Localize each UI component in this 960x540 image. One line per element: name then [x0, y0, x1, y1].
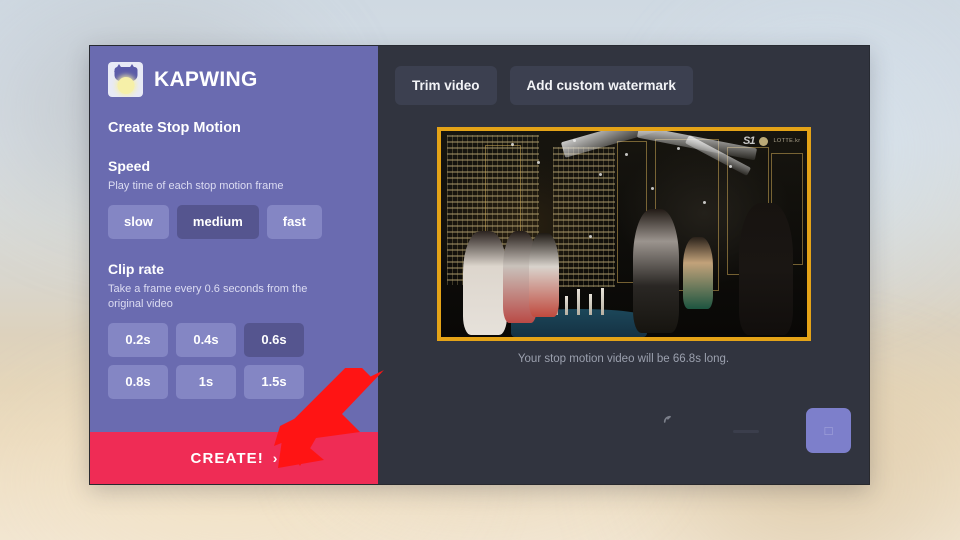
- chevron-right-icon: ›: [272, 450, 278, 466]
- speed-option-fast[interactable]: fast: [266, 205, 322, 239]
- broadcast-watermark: S1 LOTTE.kr: [743, 135, 801, 147]
- create-button-label: CREATE!: [190, 449, 264, 467]
- placeholder-bar: [733, 430, 759, 433]
- watermark-logo: S1: [742, 135, 756, 147]
- kapwing-cat-logo-icon: [108, 62, 143, 97]
- bottom-area: □: [378, 408, 869, 472]
- corner-button-glyph: □: [824, 423, 833, 438]
- watermark-badge-icon: [759, 136, 769, 146]
- video-frame-image: [440, 131, 807, 337]
- video-preview[interactable]: S1 LOTTE.kr: [436, 127, 811, 341]
- clip-rate-option-1-5s[interactable]: 1.5s: [244, 365, 304, 399]
- clip-rate-option-0-2s[interactable]: 0.2s: [108, 323, 168, 357]
- clip-rate-label: Clip rate: [108, 261, 165, 277]
- speed-option-group: slow medium fast: [108, 205, 360, 239]
- clip-rate-help-text: Take a frame every 0.6 seconds from the …: [108, 283, 308, 310]
- toolbar: Trim video Add custom watermark: [378, 66, 869, 105]
- brand: KAPWING: [108, 62, 360, 97]
- trim-video-button[interactable]: Trim video: [395, 66, 497, 105]
- kapwing-app-window: KAPWING Create Stop Motion Speed Play ti…: [90, 46, 869, 484]
- clip-rate-option-group: 0.2s 0.4s 0.6s 0.8s 1s 1.5s: [108, 323, 348, 399]
- loading-spinner-icon: [662, 414, 678, 430]
- brand-name: KAPWING: [154, 67, 258, 91]
- sidebar-body: KAPWING Create Stop Motion Speed Play ti…: [90, 46, 378, 432]
- add-custom-watermark-button[interactable]: Add custom watermark: [509, 66, 693, 105]
- speed-option-slow[interactable]: slow: [108, 205, 169, 239]
- page-title: Create Stop Motion: [108, 120, 241, 136]
- create-button[interactable]: CREATE! ›: [90, 432, 378, 484]
- video-duration-caption: Your stop motion video will be 66.8s lon…: [517, 353, 730, 365]
- clip-rate-option-0-4s[interactable]: 0.4s: [176, 323, 236, 357]
- screenshot-root: KAPWING Create Stop Motion Speed Play ti…: [0, 0, 960, 540]
- sidebar: KAPWING Create Stop Motion Speed Play ti…: [90, 46, 378, 484]
- speed-help-text: Play time of each stop motion frame: [108, 180, 284, 192]
- clip-rate-option-0-8s[interactable]: 0.8s: [108, 365, 168, 399]
- speed-option-medium[interactable]: medium: [176, 205, 259, 239]
- speed-label: Speed: [108, 158, 151, 174]
- main-panel: Trim video Add custom watermark S1 LOTTE…: [378, 46, 869, 484]
- resize-handle-icon[interactable]: □: [806, 408, 851, 453]
- watermark-text: LOTTE.kr: [773, 138, 801, 144]
- clip-rate-option-0-6s[interactable]: 0.6s: [244, 323, 304, 357]
- clip-rate-option-1s[interactable]: 1s: [176, 365, 236, 399]
